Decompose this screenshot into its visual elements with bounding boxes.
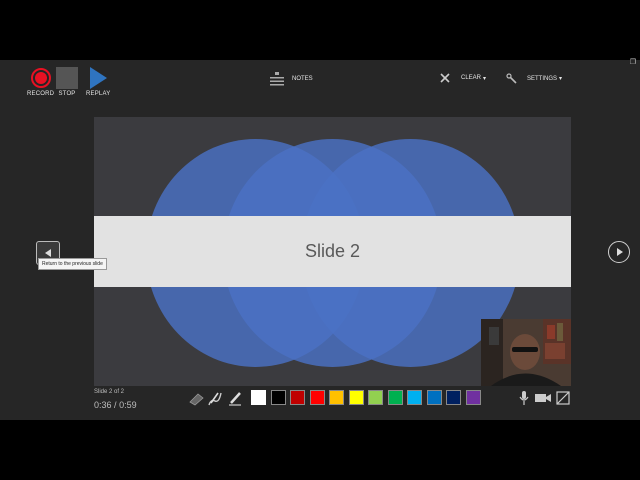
settings-icon	[506, 73, 517, 84]
recording-timer: 0:36 / 0:59	[94, 400, 137, 410]
clear-x-icon	[440, 73, 450, 83]
highlighter-button[interactable]	[226, 390, 244, 408]
ink-color-swatch[interactable]	[387, 390, 403, 405]
ink-color-swatch[interactable]	[407, 390, 422, 405]
time-elapsed: 0:36	[94, 400, 112, 410]
ink-color-swatch[interactable]	[446, 390, 461, 405]
notes-icon	[270, 72, 284, 86]
next-icon	[617, 248, 623, 256]
chevron-down-icon: ▾	[483, 75, 487, 82]
pen-icon	[208, 392, 222, 406]
camera-button[interactable]	[535, 390, 551, 406]
microphone-button[interactable]	[516, 390, 532, 406]
stop-label: STOP	[58, 91, 76, 97]
eraser-button[interactable]	[187, 390, 205, 408]
slide-title-band: Slide 2	[94, 216, 571, 287]
ink-color-swatch[interactable]	[368, 390, 383, 405]
stop-button[interactable]: STOP	[56, 67, 78, 97]
ink-color-swatch[interactable]	[270, 390, 286, 405]
ink-color-swatch[interactable]	[329, 390, 344, 405]
ink-color-swatch[interactable]	[465, 390, 481, 405]
record-button[interactable]: RECORD	[27, 68, 54, 97]
settings-label: SETTINGS	[527, 75, 558, 82]
eraser-icon	[189, 393, 204, 406]
camera-preview-icon	[556, 391, 570, 405]
slide-counter: Slide 2 of 2	[94, 389, 125, 395]
ink-color-swatch[interactable]	[290, 390, 305, 405]
clear-label: CLEAR	[461, 75, 482, 81]
camera-icon	[535, 394, 551, 402]
webcam-preview	[481, 319, 571, 386]
restore-window-icon[interactable]: ❐	[630, 58, 636, 66]
settings-button[interactable]: SETTINGS ▾	[506, 73, 562, 84]
camera-preview-button[interactable]	[555, 390, 571, 406]
notes-label: NOTES	[292, 76, 313, 82]
replay-button[interactable]: REPLAY	[86, 67, 110, 97]
ink-color-swatch[interactable]	[348, 390, 364, 405]
record-label: RECORD	[27, 91, 55, 97]
ink-color-swatch[interactable]	[426, 390, 442, 405]
replay-label: REPLAY	[86, 91, 111, 97]
time-total: 0:59	[119, 400, 137, 410]
slide-canvas: Slide 2	[94, 117, 571, 386]
slide-title: Slide 2	[304, 241, 361, 261]
time-separator: /	[114, 400, 117, 410]
pen-button[interactable]	[206, 390, 224, 408]
record-icon	[30, 68, 51, 88]
stop-icon	[56, 67, 78, 89]
microphone-icon	[519, 391, 529, 405]
notes-button[interactable]: NOTES	[270, 72, 313, 86]
play-icon	[89, 67, 107, 89]
previous-slide-tooltip: Return to the previous slide	[38, 258, 107, 270]
ink-color-swatch[interactable]	[251, 390, 266, 405]
chevron-down-icon: ▾	[559, 76, 563, 82]
next-slide-button[interactable]	[608, 241, 630, 263]
ink-color-swatch[interactable]	[309, 390, 325, 405]
highlighter-icon	[229, 392, 241, 406]
clear-button[interactable]: CLEAR ▾	[440, 73, 486, 83]
recording-window: ❐ RECORD STOP REPLAY NOTES CLEAR ▾ SETTI…	[0, 58, 640, 420]
